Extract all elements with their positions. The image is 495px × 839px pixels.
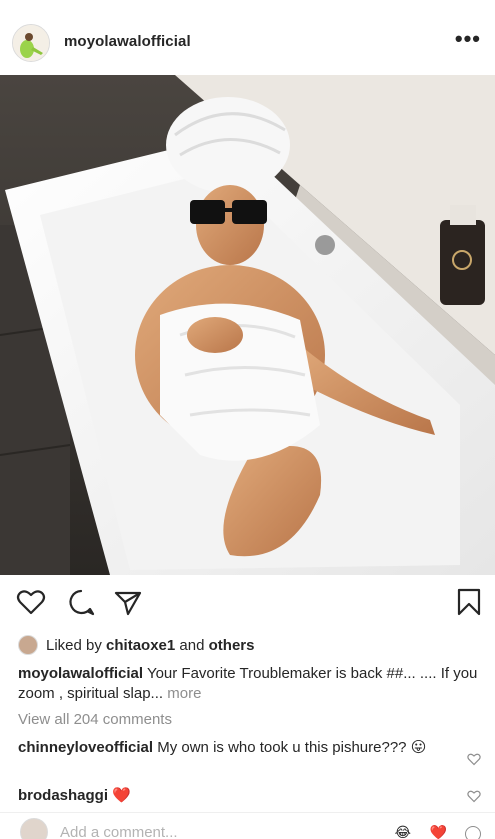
view-all-comments-link[interactable]: View all 204 comments [18,711,172,728]
add-emoji-plus-icon[interactable] [465,826,481,839]
comment-username[interactable]: chinneyloveofficial [18,739,153,756]
caption-username[interactable]: moyolawalofficial [18,665,143,682]
comment-emoji: ❤️ [112,787,131,804]
liked-by-row: Liked by chitaoxe1 and others [18,634,254,656]
comment-emoji: 😛 [410,739,427,756]
comment-like-heart-icon[interactable] [467,789,481,803]
post-username[interactable]: moyolawalofficial [64,33,191,50]
comment-item: brodashaggi ❤️ [18,786,458,806]
divider [0,812,495,813]
comment-bubble-icon[interactable] [66,587,96,617]
liked-by-prefix: Liked by [46,636,102,654]
comment-like-heart-icon[interactable] [467,752,481,766]
comment-text: My own is who took u this pishure??? [157,739,407,756]
caption-more-link[interactable]: more [167,685,201,702]
add-comment-row: Add a comment... 😂 ❤️ [0,814,495,839]
post-photo-illustration [0,75,495,575]
liked-by-avatar[interactable] [18,635,38,655]
quick-emoji-laugh[interactable]: 😂 [395,824,411,839]
current-user-avatar [20,818,48,839]
paper-plane-icon[interactable] [113,587,143,617]
liked-by-and: and [179,636,205,654]
liked-by-others[interactable]: others [209,637,255,654]
liked-by-user[interactable]: chitaoxe1 [106,637,175,654]
avatar-image [13,25,49,61]
comment-item: chinneyloveofficial My own is who took u… [18,738,458,758]
bookmark-icon[interactable] [454,587,484,617]
quick-emoji-heart[interactable]: ❤️ [430,824,447,839]
post-header: moyolawalofficial ••• [0,0,495,82]
post-caption: moyolawalofficial Your Favorite Troublem… [18,664,483,704]
add-comment-input[interactable]: Add a comment... [60,824,178,839]
more-dots-icon[interactable]: ••• [455,28,481,50]
heart-outline-icon[interactable] [16,587,46,617]
post-photo[interactable] [0,75,495,575]
comment-username[interactable]: brodashaggi [18,787,108,804]
post-actions [0,585,495,621]
avatar[interactable] [12,24,50,62]
